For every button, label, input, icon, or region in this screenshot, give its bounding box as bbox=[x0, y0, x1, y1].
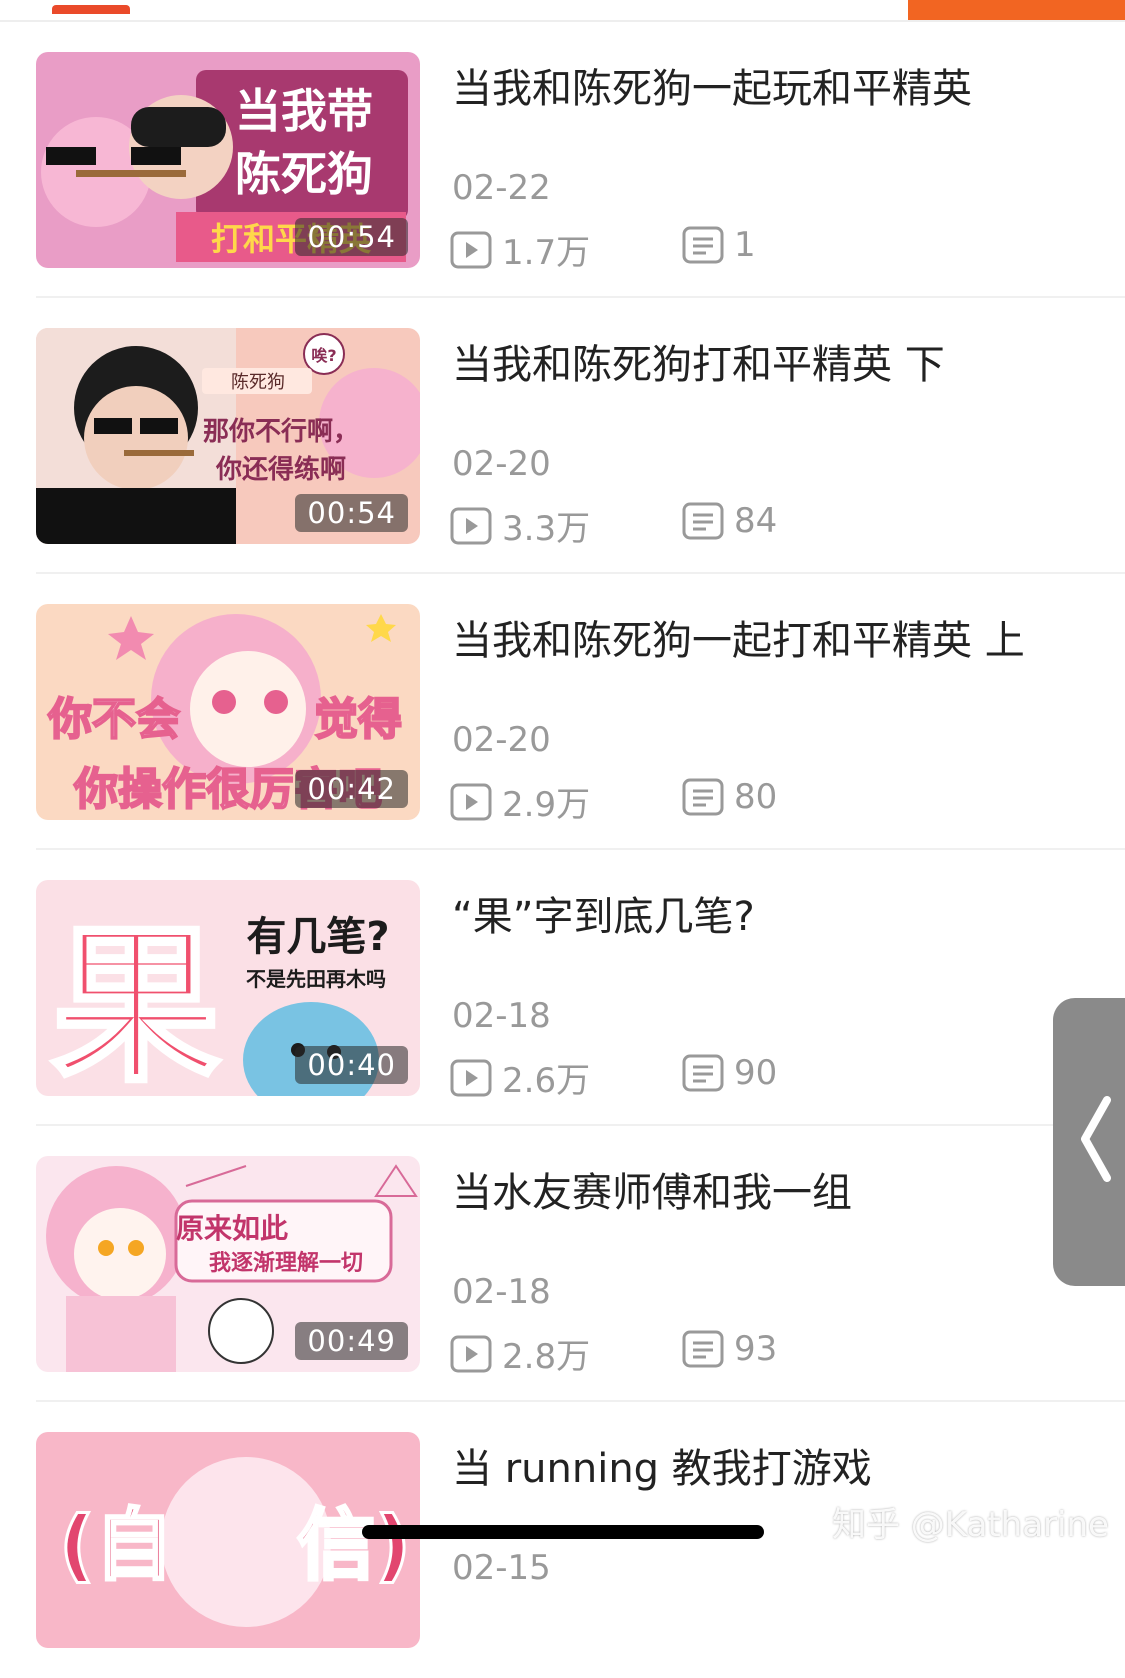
video-date: 02-18 bbox=[452, 996, 551, 1036]
thumb-text-line-1: (自 bbox=[59, 1501, 173, 1591]
active-tab-indicator bbox=[52, 5, 130, 14]
watermark: 知乎 @Katharine bbox=[832, 1505, 1109, 1545]
top-right-orange-button[interactable] bbox=[908, 0, 1125, 20]
thumb-text-line-2: 有几笔? bbox=[246, 914, 389, 960]
thumb-text-line-4: 唉? bbox=[311, 346, 336, 365]
video-title[interactable]: 当我和陈死狗一起玩和平精英 bbox=[452, 56, 972, 114]
play-count: 2.6万 bbox=[450, 1053, 590, 1102]
comment-count-icon bbox=[682, 502, 724, 540]
home-indicator[interactable] bbox=[362, 1525, 764, 1539]
video-date: 02-22 bbox=[452, 168, 551, 208]
thumb-text-line-3: 你还得练啊 bbox=[215, 454, 346, 485]
video-thumbnail[interactable]: 当我带 陈死狗 打和平精英 00:54 bbox=[36, 52, 420, 268]
video-date: 02-15 bbox=[452, 1548, 551, 1588]
play-count-value: 3.3万 bbox=[502, 509, 591, 549]
video-item[interactable]: 原来如此 我逐渐理解一切 00:49 当水友赛师傅和我一组 02-18 2.8万 bbox=[0, 1126, 1125, 1402]
play-count-value: 2.9万 bbox=[502, 785, 591, 825]
video-date: 02-20 bbox=[452, 720, 551, 760]
video-title[interactable]: 当我和陈死狗一起打和平精英 上 bbox=[452, 608, 1025, 666]
chevron-left-icon bbox=[1081, 1096, 1111, 1182]
comment-count-icon bbox=[682, 1054, 724, 1092]
video-list: 当我带 陈死狗 打和平精英 00:54 当我和陈死狗一起玩和平精英 02-22 … bbox=[0, 22, 1125, 1678]
comment-count-icon bbox=[682, 1330, 724, 1368]
video-duration: 00:54 bbox=[295, 218, 408, 256]
video-item[interactable]: 你不会 觉得 你操作很厉害吧 00:42 当我和陈死狗一起打和平精英 上 02-… bbox=[0, 574, 1125, 850]
comment-count: 84 bbox=[682, 501, 777, 541]
video-title[interactable]: “果”字到底几笔? bbox=[452, 884, 755, 942]
video-thumbnail[interactable]: 你不会 觉得 你操作很厉害吧 00:42 bbox=[36, 604, 420, 820]
video-thumbnail[interactable]: 原来如此 我逐渐理解一切 00:49 bbox=[36, 1156, 420, 1372]
play-count: 2.8万 bbox=[450, 1329, 590, 1378]
video-duration: 00:54 bbox=[295, 494, 408, 532]
video-stats: 3.3万 84 bbox=[450, 501, 1050, 549]
video-date: 02-18 bbox=[452, 1272, 551, 1312]
play-count-value: 1.7万 bbox=[502, 233, 591, 273]
comment-count: 80 bbox=[682, 777, 777, 817]
thumb-text-line-1: 当我带 bbox=[235, 84, 373, 138]
video-date: 02-20 bbox=[452, 444, 551, 484]
video-thumbnail[interactable]: 果 有几笔? 不是先田再木吗 00:40 bbox=[36, 880, 420, 1096]
thumb-text-line-2: 我逐渐理解一切 bbox=[209, 1250, 363, 1276]
video-thumbnail[interactable]: 陈死狗 唉? 那你不行啊， 你还得练啊 00:54 bbox=[36, 328, 420, 544]
comment-count-icon bbox=[682, 778, 724, 816]
video-title[interactable]: 当我和陈死狗打和平精英 下 bbox=[452, 332, 945, 390]
video-item[interactable]: 当我带 陈死狗 打和平精英 00:54 当我和陈死狗一起玩和平精英 02-22 … bbox=[0, 22, 1125, 298]
thumb-text-line-3: 不是先田再木吗 bbox=[246, 967, 386, 991]
video-thumbnail[interactable]: (自 信) bbox=[36, 1432, 420, 1648]
comment-count-value: 1 bbox=[734, 225, 756, 265]
comment-count-value: 84 bbox=[734, 501, 778, 541]
play-count: 1.7万 bbox=[450, 225, 590, 274]
video-duration: 00:42 bbox=[295, 770, 408, 808]
thumb-text-line-2: 觉得 bbox=[314, 694, 402, 745]
video-title[interactable]: 当 running 教我打游戏 bbox=[452, 1436, 872, 1494]
comment-count-value: 80 bbox=[734, 777, 778, 817]
video-duration: 00:40 bbox=[295, 1046, 408, 1084]
comment-count-value: 93 bbox=[734, 1329, 778, 1369]
play-count-icon bbox=[450, 1059, 492, 1096]
video-duration: 00:49 bbox=[295, 1322, 408, 1360]
thumb-text-line-1: 果 bbox=[51, 908, 221, 1096]
play-count-icon bbox=[450, 1335, 492, 1372]
play-count-value: 2.8万 bbox=[502, 1337, 591, 1377]
comment-count: 1 bbox=[682, 225, 756, 265]
play-count-icon bbox=[450, 231, 492, 268]
comment-count: 93 bbox=[682, 1329, 777, 1369]
play-count: 3.3万 bbox=[450, 501, 590, 550]
thumb-text-line-2: 那你不行啊， bbox=[203, 416, 359, 447]
video-item[interactable]: 陈死狗 唉? 那你不行啊， 你还得练啊 00:54 当我和陈死狗打和平精英 下 … bbox=[0, 298, 1125, 574]
play-count-value: 2.6万 bbox=[502, 1061, 591, 1101]
thumb-text-line-2: 信) bbox=[297, 1501, 411, 1591]
comment-count-icon bbox=[682, 226, 724, 264]
video-stats: 1.7万 1 bbox=[450, 225, 1050, 273]
play-count-icon bbox=[450, 507, 492, 544]
play-count-icon bbox=[450, 783, 492, 820]
video-stats: 2.8万 93 bbox=[450, 1329, 1050, 1377]
comment-count-value: 90 bbox=[734, 1053, 778, 1093]
thumb-text-line-1: 原来如此 bbox=[176, 1212, 288, 1245]
thumb-text-line-1: 你不会 bbox=[47, 694, 180, 745]
video-title[interactable]: 当水友赛师傅和我一组 bbox=[452, 1160, 852, 1218]
top-tab-bar bbox=[0, 0, 1125, 22]
side-drawer-handle[interactable] bbox=[1053, 998, 1125, 1286]
video-stats: 2.6万 90 bbox=[450, 1053, 1050, 1101]
thumb-text-line-1: 陈死狗 bbox=[231, 372, 285, 393]
play-count: 2.9万 bbox=[450, 777, 590, 826]
comment-count: 90 bbox=[682, 1053, 777, 1093]
thumbnail-art: (自 信) bbox=[36, 1432, 420, 1648]
video-item[interactable]: 果 有几笔? 不是先田再木吗 00:40 “果”字到底几笔? 02-18 2.6… bbox=[0, 850, 1125, 1126]
video-stats: 2.9万 80 bbox=[450, 777, 1050, 825]
thumb-text-line-2: 陈死狗 bbox=[235, 147, 373, 201]
